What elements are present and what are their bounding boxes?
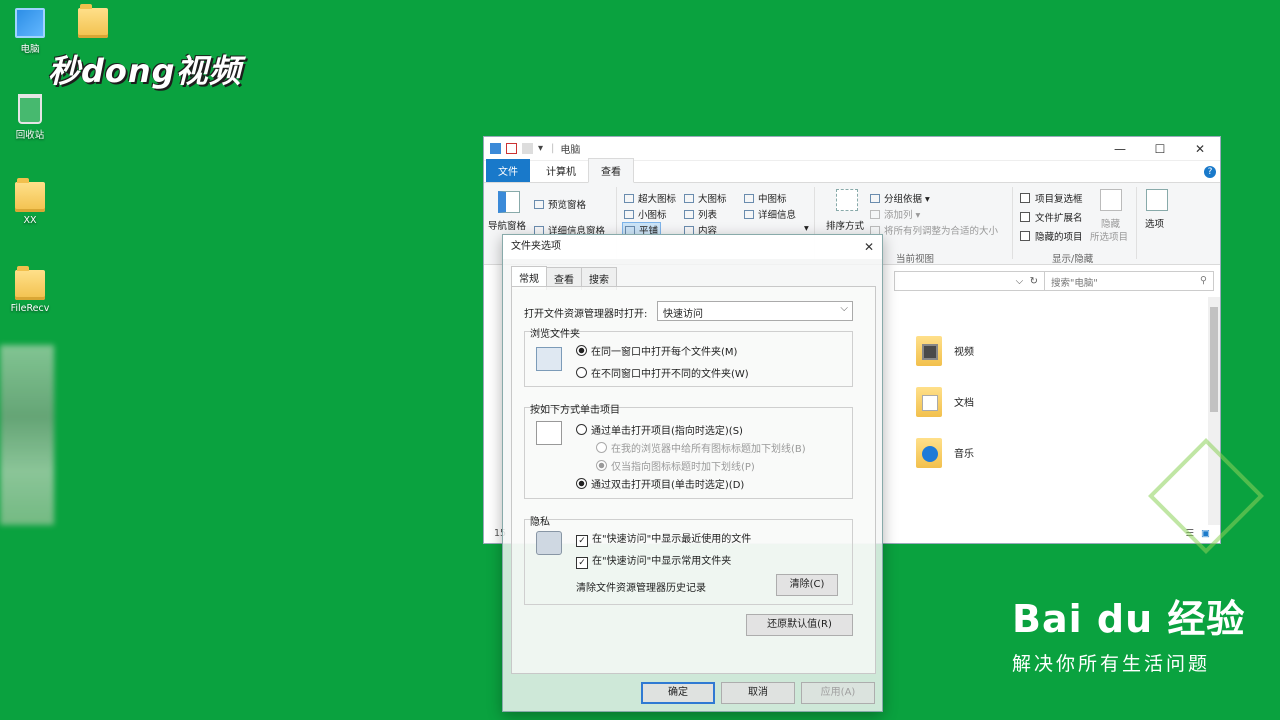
list-item[interactable]: 视频	[916, 325, 974, 376]
folder-icon	[78, 4, 108, 38]
baidu-slogan: 解决你所有生活问题	[1012, 653, 1211, 675]
desktop-icon-document[interactable]	[63, 4, 123, 41]
browse-folders-icon	[536, 347, 562, 371]
group-by-button[interactable]: 分组依据 ▾	[870, 191, 930, 205]
general-tab-panel: 打开文件资源管理器时打开: 快速访问 浏览文件夹 在同一窗口中打开每个文件夹(M…	[511, 286, 876, 674]
dialog-title: 文件夹选项	[511, 241, 561, 252]
address-bar-end[interactable]: ⌵ ↻	[894, 271, 1044, 291]
options-button[interactable]: 选项	[1145, 216, 1164, 230]
restore-defaults-button[interactable]: 还原默认值(R)	[746, 614, 853, 636]
videos-folder-icon	[916, 335, 942, 366]
window-title: 电脑	[560, 145, 581, 156]
group-label-show-hide: 显示/隐藏	[1052, 254, 1094, 265]
apply-button[interactable]: 应用(A)	[801, 682, 875, 704]
refresh-icon[interactable]: ↻	[1030, 276, 1038, 287]
preview-pane-icon	[534, 200, 544, 209]
music-folder-icon	[916, 437, 942, 468]
help-icon[interactable]: ?	[1204, 166, 1216, 178]
fit-columns-button[interactable]: 将所有列调整为合适的大小	[870, 223, 998, 237]
minimize-icon[interactable]: —	[1100, 142, 1140, 156]
show-frequent-checkbox[interactable]: 在"快速访问"中显示常用文件夹	[576, 552, 731, 569]
sort-button[interactable]: 排序方式	[826, 218, 864, 232]
browse-same-window-radio[interactable]: 在同一窗口中打开每个文件夹(M)	[576, 343, 737, 358]
layout-list[interactable]: 列表	[684, 207, 717, 221]
maximize-icon[interactable]: ☐	[1140, 142, 1180, 156]
tab-view[interactable]: 查看	[588, 158, 634, 183]
documents-folder-icon	[916, 386, 942, 417]
folder-list: 视频 文档 音乐	[916, 325, 974, 478]
folder-options-dialog: 文件夹选项 ✕ 常规 查看 搜索 打开文件资源管理器时打开: 快速访问 浏览文件…	[502, 234, 883, 712]
close-icon[interactable]: ✕	[864, 235, 874, 259]
item-checkboxes-toggle[interactable]: 项目复选框	[1020, 191, 1083, 205]
hide-selected-button-line2: 所选项目	[1090, 232, 1129, 243]
double-click-radio[interactable]: 通过双击打开项目(单击时选定)(D)	[576, 476, 744, 491]
desktop-icon-label: FileRecv	[10, 303, 50, 314]
nav-pane-icon[interactable]	[498, 191, 520, 213]
quick-access-computer-icon[interactable]	[490, 143, 501, 154]
sort-icon[interactable]	[836, 189, 858, 211]
open-explorer-select[interactable]: 快速访问	[657, 301, 853, 321]
nav-pane-button[interactable]: 导航窗格	[488, 218, 526, 232]
layout-large[interactable]: 大图标	[684, 191, 727, 205]
hide-selected-button[interactable]: 隐藏	[1101, 216, 1120, 230]
miaodong-logo: 秒dong视频	[48, 52, 242, 90]
underline-point-radio[interactable]: 仅当指向图标标题时加下划线(P)	[596, 458, 755, 473]
privacy-group-label: 隐私	[530, 517, 550, 528]
baidu-jingyan-watermark: Bai du 经验 解决你所有生活问题	[1012, 588, 1245, 676]
layout-more-icon[interactable]: ▾	[804, 223, 809, 234]
layout-small[interactable]: 小图标	[624, 207, 667, 221]
layout-details[interactable]: 详细信息	[744, 207, 796, 221]
folder-icon	[15, 178, 45, 212]
chevron-down-icon[interactable]: ▾	[538, 143, 543, 154]
baidu-logo: Bai du 经验	[1012, 597, 1246, 641]
file-extensions-toggle[interactable]: 文件扩展名	[1020, 210, 1083, 224]
close-icon[interactable]: ✕	[1180, 142, 1220, 156]
underline-all-radio[interactable]: 在我的浏览器中给所有图标标题加下划线(B)	[596, 440, 806, 455]
cancel-button[interactable]: 取消	[721, 682, 795, 704]
list-item[interactable]: 文档	[916, 376, 974, 427]
open-explorer-label: 打开文件资源管理器时打开:	[524, 309, 648, 320]
new-folder-icon[interactable]	[522, 143, 533, 154]
options-icon[interactable]	[1146, 189, 1168, 211]
layout-medium[interactable]: 中图标	[744, 191, 787, 205]
single-click-radio[interactable]: 通过单击打开项目(指向时选定)(S)	[576, 422, 743, 437]
desktop-icon-xx[interactable]: XX	[0, 178, 60, 226]
show-recent-checkbox[interactable]: 在"快速访问"中显示最近使用的文件	[576, 530, 751, 547]
click-group-label: 按如下方式单击项目	[530, 405, 620, 416]
list-item[interactable]: 音乐	[916, 427, 974, 478]
hide-selected-icon[interactable]	[1100, 189, 1122, 211]
search-icon: ⚲	[1200, 275, 1207, 286]
group-label-current-view: 当前视图	[896, 254, 935, 265]
browse-new-window-radio[interactable]: 在不同窗口中打开不同的文件夹(W)	[576, 365, 749, 380]
tab-computer[interactable]: 计算机	[534, 159, 588, 182]
blurred-region	[0, 345, 54, 525]
privacy-icon	[536, 531, 562, 555]
search-input[interactable]: 搜索"电脑" ⚲	[1044, 271, 1214, 291]
desktop-icon-label: XX	[23, 215, 37, 226]
recycle-bin-icon	[18, 94, 42, 124]
clear-history-label: 清除文件资源管理器历史记录	[576, 583, 706, 594]
desktop-icon-label: 回收站	[15, 130, 45, 141]
click-cursor-icon	[536, 421, 562, 445]
browse-group-label: 浏览文件夹	[530, 329, 580, 340]
desktop-icon-recycle-bin[interactable]: 回收站	[0, 94, 60, 141]
add-column-button[interactable]: 添加列 ▾	[870, 207, 920, 221]
ok-button[interactable]: 确定	[641, 682, 715, 704]
preview-pane-button[interactable]: 预览窗格	[534, 197, 586, 211]
chevron-down-icon[interactable]: ⌵	[1016, 276, 1024, 287]
clear-button[interactable]: 清除(C)	[776, 574, 838, 596]
computer-icon	[15, 8, 45, 38]
layout-extra-large[interactable]: 超大图标	[624, 191, 676, 205]
folder-icon	[15, 266, 45, 300]
tab-file[interactable]: 文件	[486, 159, 530, 182]
desktop-icon-filerecv[interactable]: FileRecv	[0, 266, 60, 314]
properties-icon[interactable]	[506, 143, 517, 154]
hidden-items-toggle[interactable]: 隐藏的项目	[1020, 229, 1083, 243]
